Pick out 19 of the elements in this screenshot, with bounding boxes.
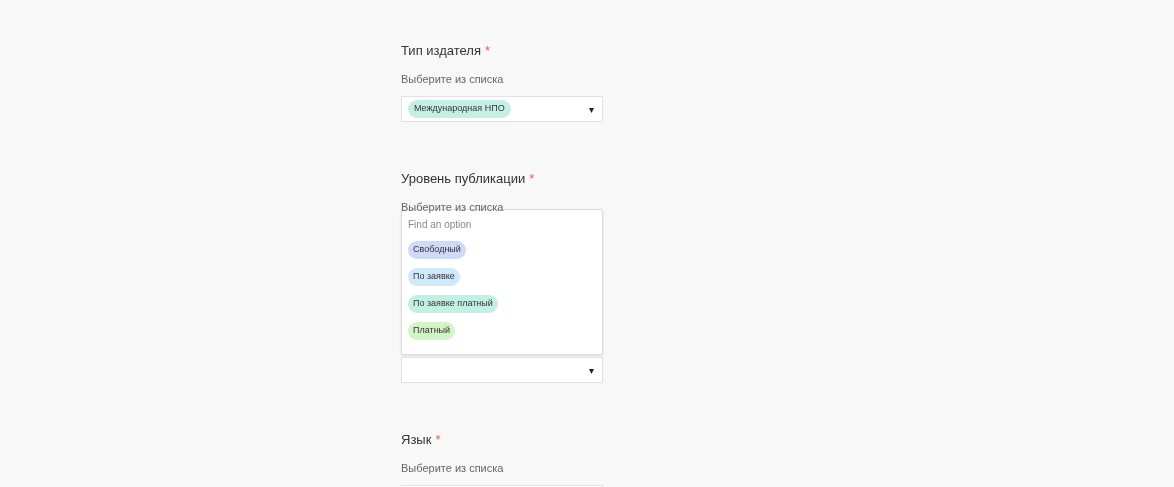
field-label: Тип издателя [401,43,481,58]
field-label: Язык [401,432,432,447]
caret-icon: ▾ [589,362,594,378]
field-hint: Выберите из списка [401,200,505,214]
select-field[interactable]: ▾ [401,357,603,383]
select-field[interactable]: Международная НПО ▾ [401,96,603,122]
field-label: Уровень публикации [401,171,526,186]
field-hint: Выберите из списка [401,461,505,475]
required-mark: * [485,43,491,58]
required-mark: * [529,171,535,186]
field-hint: Выберите из списка [401,72,505,86]
selected-tag: Международная НПО [408,100,511,118]
option-tag[interactable]: Платный [408,322,456,340]
required-mark: * [435,432,441,447]
option-tag[interactable]: По заявке платный [408,295,498,313]
option-tag[interactable]: Свободный [408,241,466,259]
option-tag[interactable]: По заявке [408,268,460,286]
caret-icon: ▾ [589,101,594,117]
search-field[interactable]: Find an option [408,216,596,232]
